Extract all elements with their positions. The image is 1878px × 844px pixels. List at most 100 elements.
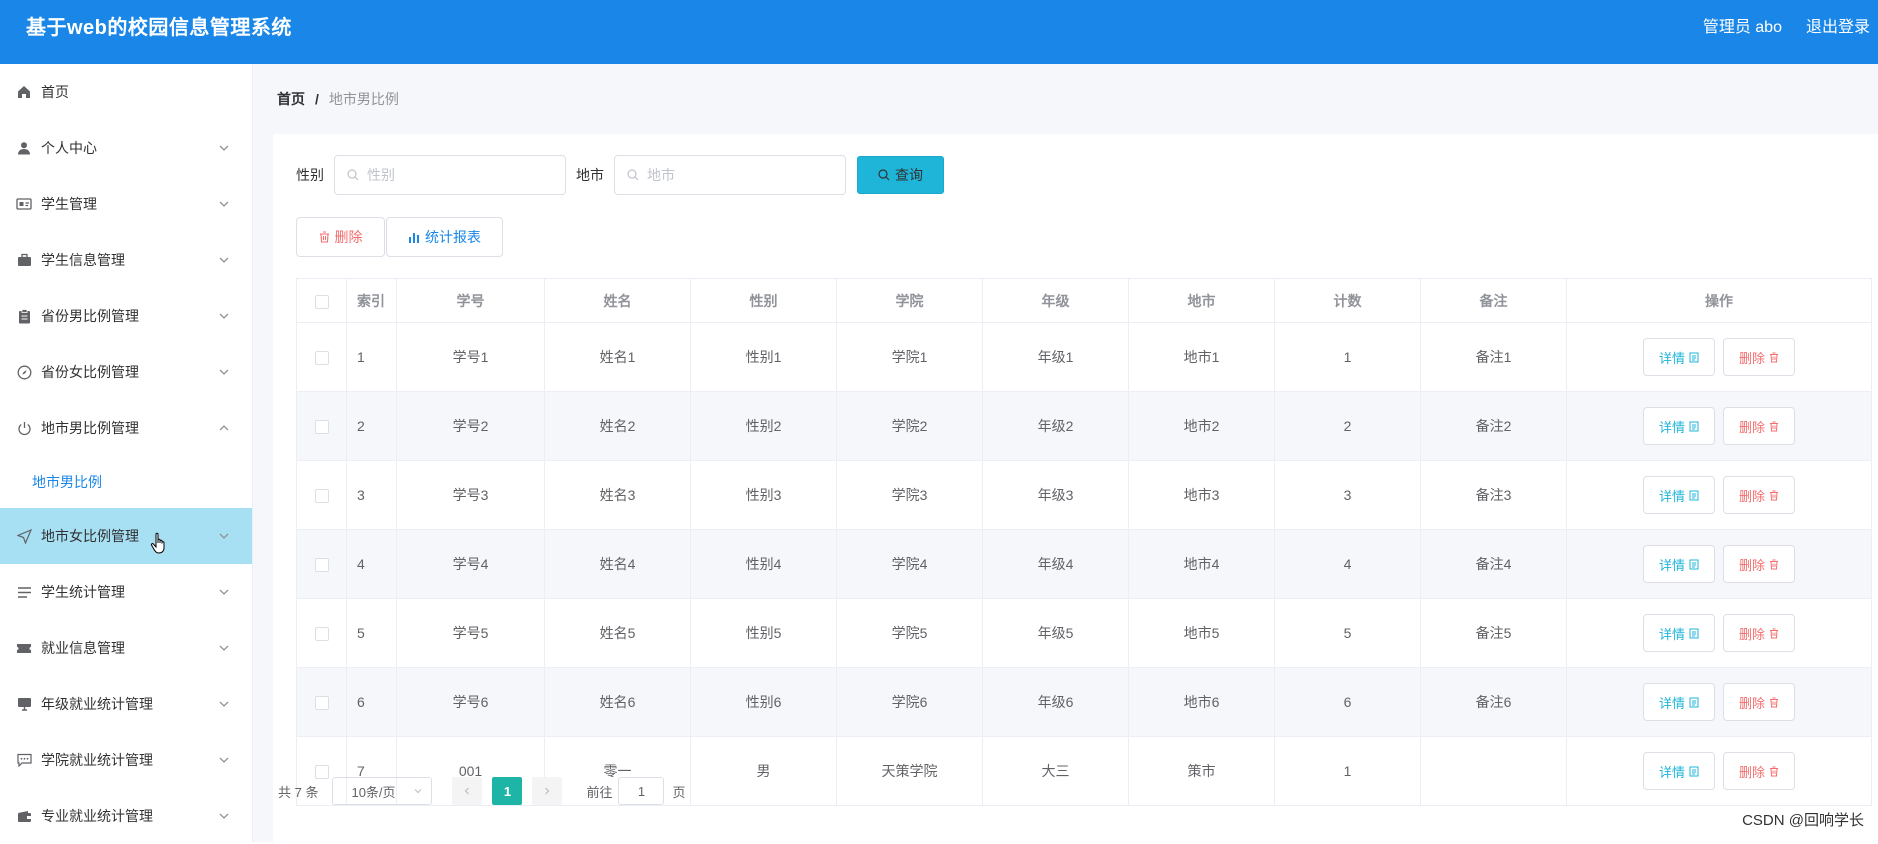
delete-button[interactable]: 删除 xyxy=(1723,407,1795,445)
detail-button-label: 详情 xyxy=(1659,624,1685,643)
document-icon xyxy=(1689,352,1699,363)
sidebar-item-student-stats[interactable]: 学生统计管理 xyxy=(0,564,252,620)
delete-button-label: 删除 xyxy=(1739,762,1765,781)
breadcrumb-home[interactable]: 首页 xyxy=(277,89,305,109)
table-row: 6学号6姓名6性别6学院6年级6地市66备注6详情删除 xyxy=(297,668,1872,737)
prev-page-button[interactable] xyxy=(452,777,482,805)
table-row: 4学号4姓名4性别4学院4年级4地市44备注4详情删除 xyxy=(297,530,1872,599)
row-actions: 详情 删除 xyxy=(1567,737,1872,806)
sidebar-item-student-mgmt[interactable]: 学生管理 xyxy=(0,176,252,232)
trash-icon xyxy=(1769,490,1779,501)
sidebar-item-label: 学院就业统计管理 xyxy=(41,750,153,770)
detail-button[interactable]: 详情 xyxy=(1643,545,1715,583)
search-icon xyxy=(878,169,890,181)
row-select-cell xyxy=(297,530,347,599)
table-cell: 性别5 xyxy=(691,599,837,668)
chevron-down-icon xyxy=(218,142,230,154)
sidebar-item-city-male-ratio[interactable]: 地市男比例管理 xyxy=(0,400,252,456)
table-cell: 年级2 xyxy=(983,392,1129,461)
detail-button-label: 详情 xyxy=(1659,348,1685,367)
table-cell: 大三 xyxy=(983,737,1129,806)
page-size-select[interactable]: 10条/页 xyxy=(332,777,432,805)
table-body: 1学号1姓名1性别1学院1年级1地市11备注1详情删除2学号2姓名2性别2学院2… xyxy=(297,323,1872,806)
ticket-icon xyxy=(16,640,32,656)
delete-button[interactable]: 删除 xyxy=(1723,683,1795,721)
column-header: 备注 xyxy=(1421,279,1567,323)
batch-delete-label: 删除 xyxy=(335,227,363,247)
goto-page-input[interactable] xyxy=(618,777,664,805)
delete-button[interactable]: 删除 xyxy=(1723,338,1795,376)
sidebar-item-student-info-mgmt[interactable]: 学生信息管理 xyxy=(0,232,252,288)
column-header: 索引 xyxy=(347,279,397,323)
main-area: 首页 / 地市男比例 性别 地市 查询 删除 xyxy=(253,64,1878,842)
city-search-box[interactable] xyxy=(614,155,846,195)
detail-button[interactable]: 详情 xyxy=(1643,476,1715,514)
detail-button[interactable]: 详情 xyxy=(1643,683,1715,721)
sidebar-item-major-employment-stats[interactable]: 专业就业统计管理 xyxy=(0,788,252,844)
list-icon xyxy=(16,584,32,600)
row-checkbox[interactable] xyxy=(315,489,329,503)
delete-button-label: 删除 xyxy=(1739,417,1765,436)
detail-button[interactable]: 详情 xyxy=(1643,338,1715,376)
query-button[interactable]: 查询 xyxy=(857,156,944,194)
delete-button[interactable]: 删除 xyxy=(1723,614,1795,652)
table-cell: 5 xyxy=(1275,599,1421,668)
page-number-1[interactable]: 1 xyxy=(492,777,522,805)
row-checkbox[interactable] xyxy=(315,351,329,365)
stats-report-button[interactable]: 统计报表 xyxy=(386,217,503,257)
user-icon xyxy=(16,140,32,156)
submenu-item-city-male-ratio[interactable]: 地市男比例 xyxy=(0,456,252,508)
bar-chart-icon xyxy=(408,232,420,243)
chevron-down-icon xyxy=(218,366,230,378)
table-cell: 学院1 xyxy=(837,323,983,392)
trash-icon xyxy=(1769,559,1779,570)
sidebar-item-province-female-ratio[interactable]: 省份女比例管理 xyxy=(0,344,252,400)
delete-button-label: 删除 xyxy=(1739,348,1765,367)
table-cell: 性别6 xyxy=(691,668,837,737)
row-actions: 详情删除 xyxy=(1567,461,1872,530)
sidebar-item-province-male-ratio[interactable]: 省份男比例管理 xyxy=(0,288,252,344)
gender-search-input[interactable] xyxy=(367,167,557,183)
gender-search-box[interactable] xyxy=(334,155,566,195)
sidebar-item-label: 个人中心 xyxy=(41,138,97,158)
city-search-input[interactable] xyxy=(647,167,837,183)
detail-button[interactable]: 详情 xyxy=(1643,407,1715,445)
table-row: 3学号3姓名3性别3学院3年级3地市33备注3详情删除 xyxy=(297,461,1872,530)
detail-button[interactable]: 详情 xyxy=(1643,752,1715,790)
next-page-button[interactable] xyxy=(532,777,562,805)
detail-button[interactable]: 详情 xyxy=(1643,614,1715,652)
delete-button[interactable]: 删除 xyxy=(1723,545,1795,583)
table-cell: 备注1 xyxy=(1421,323,1567,392)
sidebar-item-label: 省份男比例管理 xyxy=(41,306,139,326)
table-cell: 年级5 xyxy=(983,599,1129,668)
watermark: CSDN @回响学长 xyxy=(1742,809,1864,830)
sidebar-item-college-employment-stats[interactable]: 学院就业统计管理 xyxy=(0,732,252,788)
table-cell: 姓名3 xyxy=(545,461,691,530)
select-all-checkbox[interactable] xyxy=(315,295,329,309)
hand-cursor-icon xyxy=(150,532,170,556)
sidebar-item-personal-center[interactable]: 个人中心 xyxy=(0,120,252,176)
table-cell: 备注5 xyxy=(1421,599,1567,668)
delete-button[interactable]: 删除 xyxy=(1723,752,1795,790)
search-icon xyxy=(347,169,359,181)
row-actions: 详情 删除 xyxy=(1567,530,1872,599)
row-checkbox[interactable] xyxy=(315,558,329,572)
row-checkbox[interactable] xyxy=(315,420,329,434)
delete-button-label: 删除 xyxy=(1739,555,1765,574)
row-actions: 详情 删除 xyxy=(1567,323,1872,392)
sidebar-item-city-female-ratio[interactable]: 地市女比例管理 xyxy=(0,508,252,564)
row-checkbox[interactable] xyxy=(315,696,329,710)
delete-button-label: 删除 xyxy=(1739,624,1765,643)
delete-button[interactable]: 删除 xyxy=(1723,476,1795,514)
sidebar-item-grade-employment-stats[interactable]: 年级就业统计管理 xyxy=(0,676,252,732)
sidebar-item-employment-info[interactable]: 就业信息管理 xyxy=(0,620,252,676)
select-all-header xyxy=(297,279,347,323)
current-user: 管理员 abo xyxy=(1703,13,1782,37)
logout-link[interactable]: 退出登录 xyxy=(1806,13,1870,37)
row-checkbox[interactable] xyxy=(315,627,329,641)
batch-delete-button[interactable]: 删除 xyxy=(296,217,385,257)
table-cell: 地市6 xyxy=(1129,668,1275,737)
table-cell: 年级1 xyxy=(983,323,1129,392)
sidebar-item-home[interactable]: 首页 xyxy=(0,64,252,120)
table-cell: 备注2 xyxy=(1421,392,1567,461)
